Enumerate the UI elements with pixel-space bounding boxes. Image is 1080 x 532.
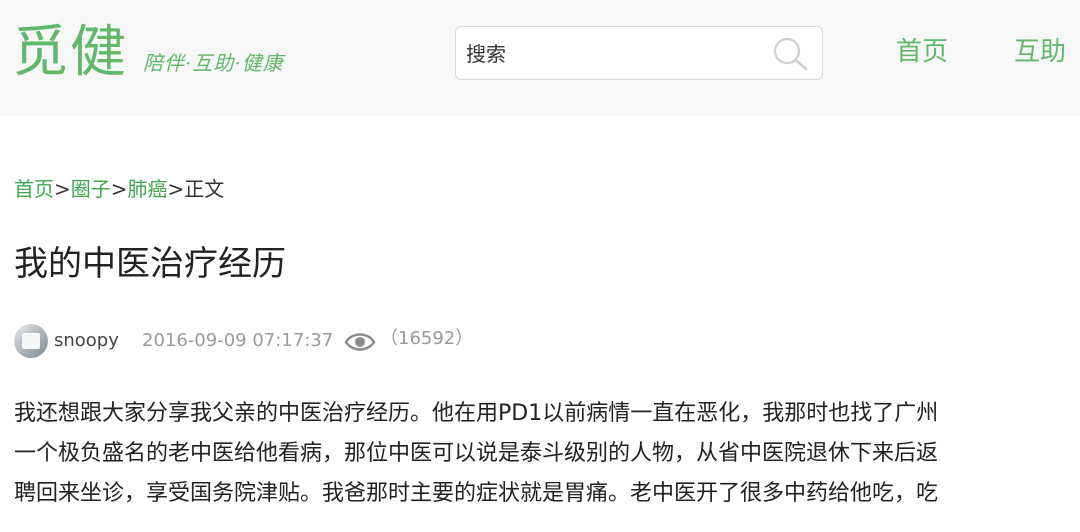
post-author[interactable]: snoopy: [54, 328, 119, 354]
post-timestamp: 2016-09-09 07:17:37: [142, 330, 334, 351]
site-slogan: 陪伴·互助·健康: [143, 51, 284, 75]
breadcrumb-separator: >: [110, 177, 128, 201]
search-box[interactable]: [455, 26, 823, 80]
breadcrumb: 首页>圈子>肺癌>正文: [14, 174, 224, 204]
nav-home-link[interactable]: 首页: [896, 34, 948, 70]
site-header: 觅健 陪伴·互助·健康 首页 互助: [0, 0, 1080, 116]
breadcrumb-separator: >: [54, 177, 71, 201]
breadcrumb-lung-cancer[interactable]: 肺癌: [128, 177, 168, 201]
post-meta: snoopy 2016-09-09 07:17:37 （16592）: [14, 322, 714, 362]
post-body-line: 一个极负盛名的老中医给他看病，那位中医可以说是泰斗级别的人物，从省中医院退休下来…: [14, 441, 939, 466]
breadcrumb-home[interactable]: 首页: [14, 177, 54, 201]
eye-icon: [344, 333, 376, 351]
search-icon[interactable]: [770, 35, 810, 73]
post-body-line: 我还想跟大家分享我父亲的中医治疗经历。他在用PD1以前病情一直在恶化，我那时也找…: [14, 401, 939, 426]
site-logo[interactable]: 觅健: [12, 22, 128, 84]
view-count: （16592）: [380, 328, 474, 349]
post-body: 我还想跟大家分享我父亲的中医治疗经历。他在用PD1以前病情一直在恶化，我那时也找…: [14, 394, 1064, 514]
search-input[interactable]: [466, 39, 766, 69]
breadcrumb-current: 正文: [184, 177, 225, 201]
avatar[interactable]: [14, 324, 48, 358]
nav-help-link[interactable]: 互助: [1014, 34, 1066, 70]
breadcrumb-separator: >: [167, 177, 185, 201]
breadcrumb-circle[interactable]: 圈子: [71, 177, 111, 201]
post-title: 我的中医治疗经历: [14, 244, 286, 284]
post-body-line: 聘回来坐诊，享受国务院津贴。我爸那时主要的症状就是胃痛。老中医开了很多中药给他吃…: [14, 481, 939, 506]
